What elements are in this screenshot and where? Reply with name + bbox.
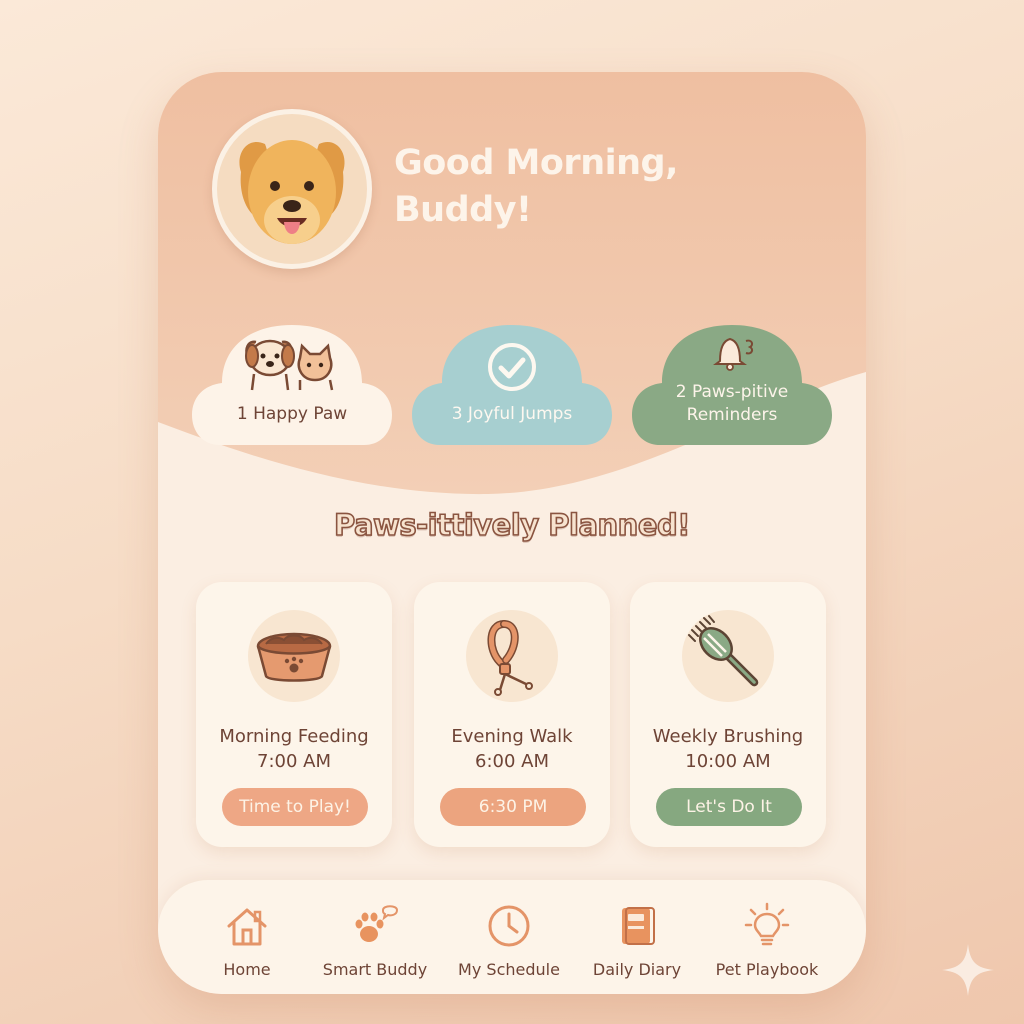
dog-avatar[interactable] bbox=[212, 109, 372, 269]
task-name: Morning Feeding bbox=[219, 726, 369, 747]
food-bowl-icon bbox=[256, 632, 332, 682]
task-time: 6:00 AM bbox=[475, 751, 549, 772]
nav-item-home[interactable]: Home bbox=[182, 890, 312, 986]
bottom-navigation: Home Smart Buddy My Schedule Daily Diary… bbox=[158, 880, 866, 994]
section-title: Paws-ittively Planned! bbox=[333, 507, 691, 543]
dog-cat-icon bbox=[245, 339, 334, 391]
paw-chat-icon bbox=[355, 905, 399, 942]
sparkle-icon bbox=[942, 944, 994, 996]
greeting-line-2: Buddy! bbox=[394, 190, 532, 230]
stat-joyful-jumps[interactable]: 3 Joyful Jumps bbox=[412, 297, 612, 447]
stat-reminders[interactable]: 2 Paws-pitive Reminders bbox=[632, 297, 832, 447]
nav-label: My Schedule bbox=[458, 960, 560, 979]
bell-icon bbox=[713, 337, 754, 371]
greeting-heading: Good Morning, Buddy! bbox=[394, 140, 754, 234]
golden-retriever-icon bbox=[217, 114, 367, 264]
nav-item-pet-playbook[interactable]: Pet Playbook bbox=[702, 890, 832, 986]
nav-label: Home bbox=[223, 960, 271, 979]
task-card-walk[interactable]: Evening Walk 6:00 AM 6:30 PM bbox=[414, 582, 610, 847]
app-screen: Good Morning, Buddy! 1 Happy Paw 3 Joyfu… bbox=[158, 72, 866, 994]
clock-icon bbox=[488, 905, 530, 947]
task-time: 7:00 AM bbox=[257, 751, 331, 772]
nav-label: Daily Diary bbox=[592, 960, 682, 979]
stat-label-line-1: 2 Paws-pitive bbox=[675, 382, 789, 402]
home-icon bbox=[227, 908, 267, 946]
stat-label-line-2: Reminders bbox=[686, 405, 778, 425]
task-name: Evening Walk bbox=[451, 726, 573, 747]
task-icon-badge bbox=[248, 610, 340, 702]
nav-label: Smart Buddy bbox=[322, 960, 428, 979]
task-card-feeding[interactable]: Morning Feeding 7:00 AM Time to Play! bbox=[196, 582, 392, 847]
stat-happy-paw[interactable]: 1 Happy Paw bbox=[192, 297, 392, 447]
book-icon bbox=[622, 907, 655, 945]
stat-label: 3 Joyful Jumps bbox=[451, 404, 573, 424]
lightbulb-icon bbox=[744, 902, 790, 946]
nav-item-my-schedule[interactable]: My Schedule bbox=[444, 890, 574, 986]
nav-label: Pet Playbook bbox=[715, 960, 819, 979]
check-circle-icon bbox=[488, 343, 536, 391]
greeting-line-1: Good Morning, bbox=[394, 143, 678, 183]
stat-label: 2 Paws-pitive Reminders bbox=[642, 381, 822, 427]
task-icon-badge bbox=[466, 610, 558, 702]
nav-item-smart-buddy[interactable]: Smart Buddy bbox=[310, 890, 440, 986]
time-to-play-button[interactable]: Time to Play! bbox=[222, 788, 368, 826]
lets-do-it-button[interactable]: Let's Do It bbox=[656, 788, 802, 826]
leash-icon bbox=[487, 620, 533, 696]
task-icon-badge bbox=[682, 610, 774, 702]
brush-icon bbox=[688, 615, 759, 687]
task-name: Weekly Brushing bbox=[652, 726, 804, 747]
task-time: 10:00 AM bbox=[685, 751, 771, 772]
task-card-brushing[interactable]: Weekly Brushing 10:00 AM Let's Do It bbox=[630, 582, 826, 847]
stat-label: 1 Happy Paw bbox=[236, 404, 348, 424]
walk-time-button[interactable]: 6:30 PM bbox=[440, 788, 586, 826]
nav-item-daily-diary[interactable]: Daily Diary bbox=[572, 890, 702, 986]
